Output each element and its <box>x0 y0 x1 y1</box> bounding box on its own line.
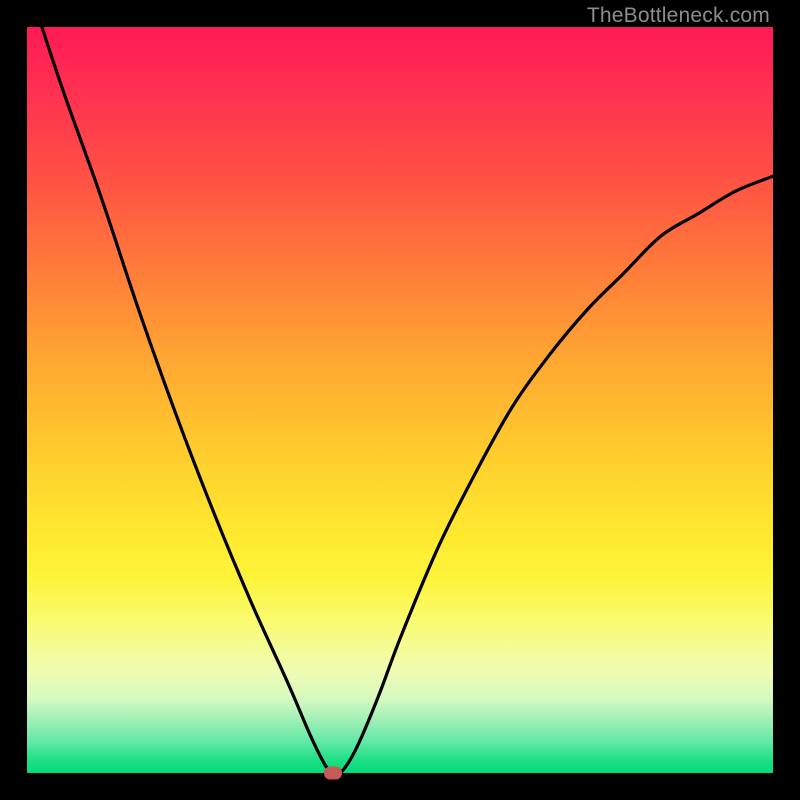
watermark-text: TheBottleneck.com <box>587 4 770 28</box>
plot-area <box>27 27 773 773</box>
bottleneck-curve <box>27 27 773 773</box>
curve-path <box>42 27 773 775</box>
minimum-marker <box>324 767 342 780</box>
chart-frame: TheBottleneck.com <box>0 0 800 800</box>
